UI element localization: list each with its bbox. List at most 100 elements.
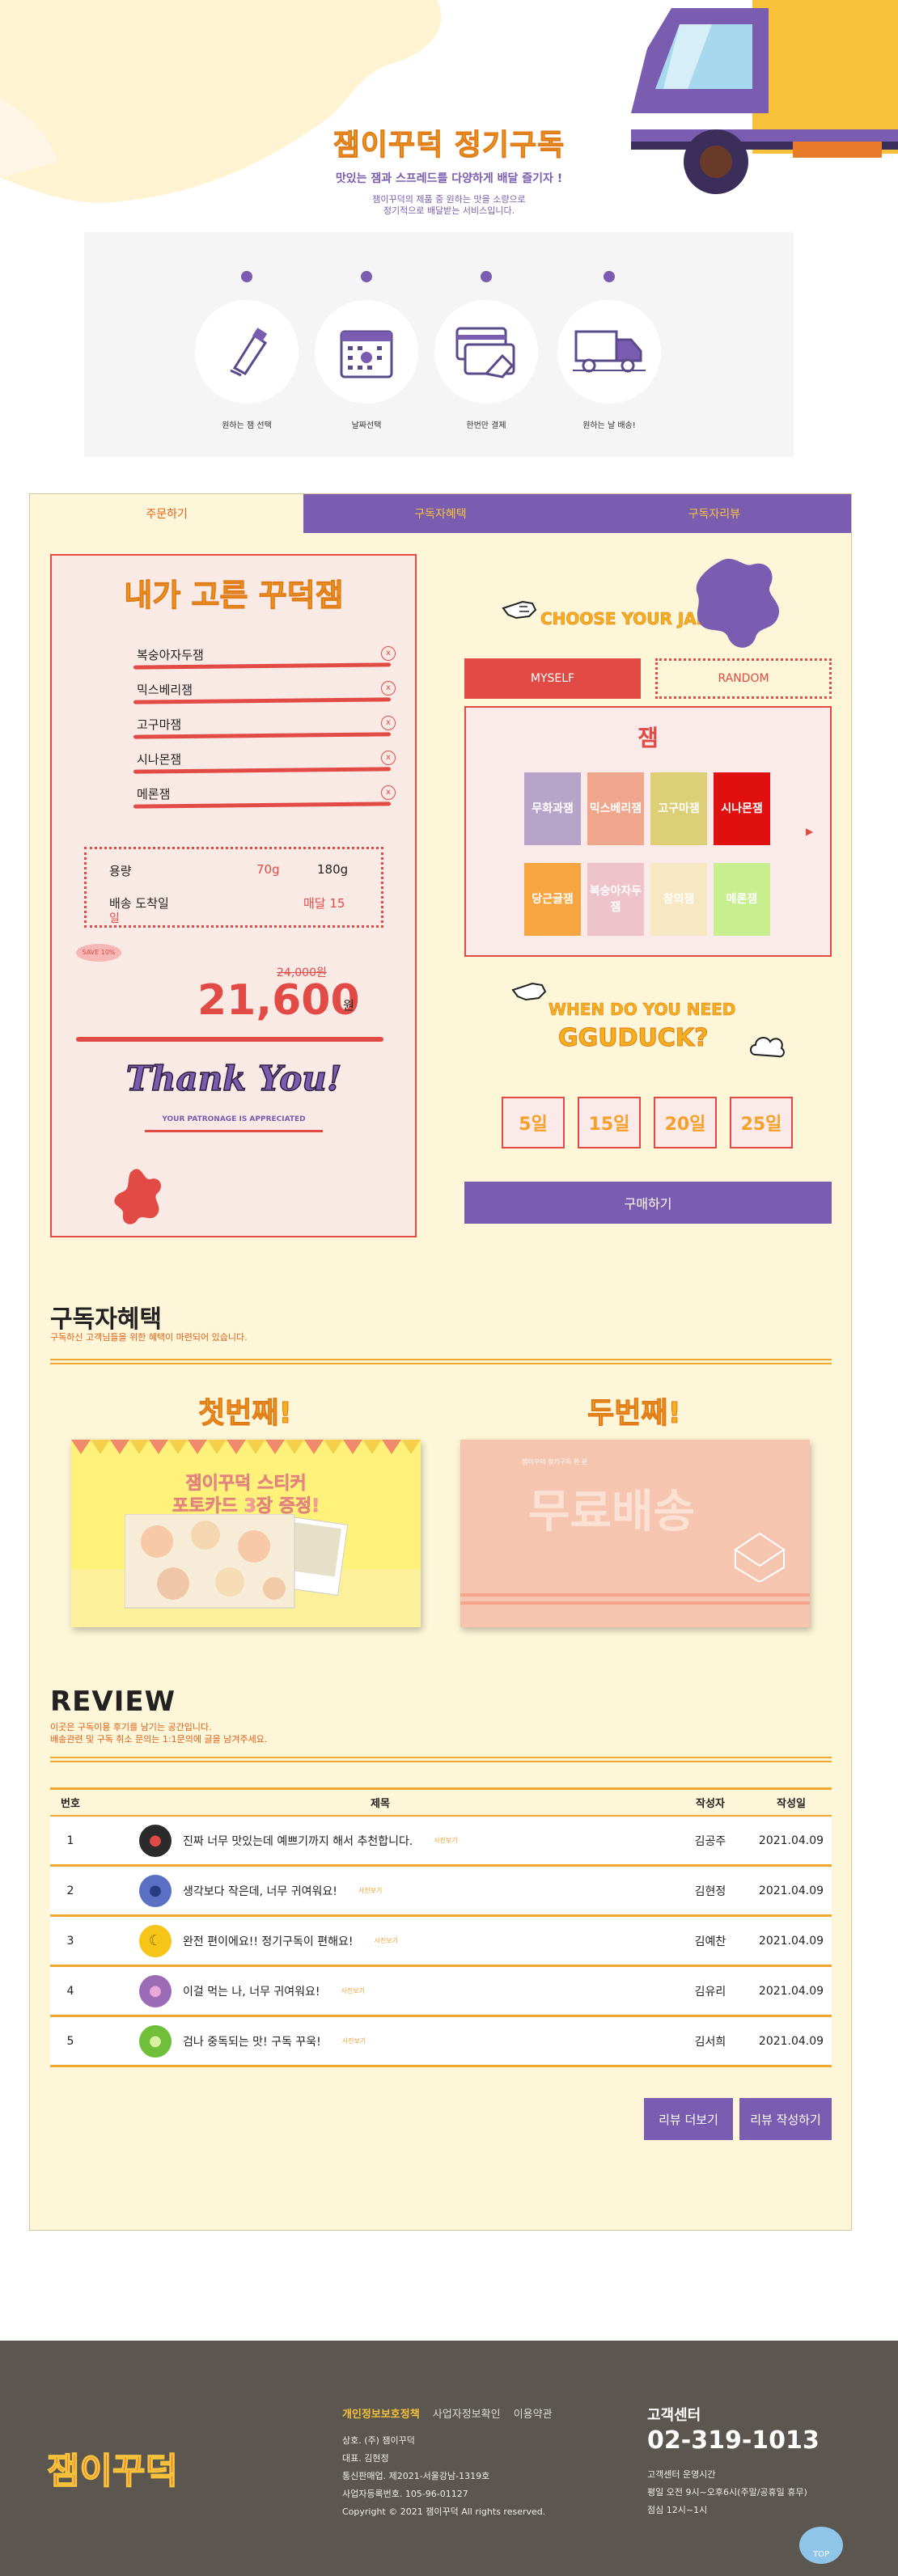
hours-title: 고객센터 운영시간 [647,2469,716,2480]
jam-splash-decoration [114,1169,162,1225]
more-reviews-button[interactable]: 리뷰 더보기 [644,2098,733,2140]
tab-benefits[interactable]: 구독자혜택 [303,494,578,533]
step-dot [361,271,372,282]
jam-tile[interactable]: 당근글잼 [524,863,581,936]
business-info-link[interactable]: 사업자정보확인 [433,2409,501,2421]
jam-tile[interactable]: 시나몬잼 [714,772,770,845]
myself-button[interactable]: MYSELF [464,658,641,699]
underline [133,802,392,809]
capacity-option-70g[interactable]: 70g [256,862,280,877]
view-photo-link[interactable]: 사진보기 [341,1986,365,1995]
selected-jam-item: 고구마잼 x [133,711,396,740]
jam-tile[interactable]: 복숭아자두잼 [587,863,644,936]
selected-jam-card: 내가 고른 꾸덕잼 복숭아자두잼 x 믹스베리잼 x 고구마잼 x 시나몬잼 x… [50,554,417,1237]
card-title: 내가 고른 꾸덕잼 [124,577,344,614]
row-title[interactable]: 생각보다 작은데, 너무 귀여워요! [183,1883,337,1899]
thank-you-subtext: YOUR PATRONAGE IS APPRECIATED [162,1115,306,1123]
row-title[interactable]: 이걸 먹는 나, 너무 귀여워요! [183,1983,320,1999]
remove-jam-button[interactable]: x [381,751,396,765]
day-option-15[interactable]: 15일 [578,1097,641,1148]
remove-jam-button[interactable]: x [381,646,396,661]
view-photo-link[interactable]: 사진보기 [434,1836,457,1845]
step-circle [557,300,661,404]
strawberry-icon: ● [139,1824,172,1857]
table-row[interactable]: 4 ● 이걸 먹는 나, 너무 귀여워요! 사진보기 김유리 2021.04.0… [50,1967,832,2017]
row-title[interactable]: 진짜 너무 맛있는데 예쁘기까지 해서 추천합니다. [183,1833,413,1849]
step-dot [481,271,492,282]
underline [133,767,392,774]
row-date: 2021.04.09 [758,1934,824,1948]
remove-jam-button[interactable]: x [381,716,396,730]
jam-tile[interactable]: 무화과잼 [524,772,581,845]
footer-logo[interactable]: 잼이꾸덕 [46,2442,178,2494]
tab-bar: 주문하기 구독자혜택 구독자리뷰 [30,494,851,533]
review-subtitle-line1: 이곳은 구독이용 후기를 남기는 공간입니다. [50,1722,212,1732]
selected-jam-item: 메론잼 x [133,780,396,810]
blueberry-icon: ● [139,1874,172,1907]
step-label: 날짜선택 [351,421,382,430]
thank-you-text: Thank You! [125,1058,342,1099]
jam-tile[interactable]: 고구마잼 [650,772,707,845]
remove-jam-button[interactable]: x [381,681,396,696]
selected-jam-item: 시나몬잼 x [133,746,396,775]
row-title[interactable]: 검나 중독되는 맛! 구독 꾸욱! [183,2033,321,2049]
write-review-button[interactable]: 리뷰 작성하기 [739,2098,832,2140]
view-photo-link[interactable]: 사진보기 [375,1936,398,1945]
terms-link[interactable]: 이용약관 [514,2409,553,2421]
jam-tile[interactable]: 믹스베리잼 [587,772,644,845]
tab-reviews[interactable]: 구독자리뷰 [577,494,851,533]
underline [133,697,392,704]
table-row[interactable]: 5 ● 검나 중독되는 맛! 구독 꾸욱! 사진보기 김서희 2021.04.0… [50,2017,832,2067]
day-option-5[interactable]: 5일 [502,1097,565,1148]
purchase-button[interactable]: 구매하기 [464,1182,832,1224]
hero-subtitle: 맛있는 잼과 스프레드를 다양하게 배달 즐기자 ! [335,172,563,185]
truck-icon [573,330,646,373]
hours-lunch: 점심 12시~1시 [647,2505,708,2515]
step-select-date: 날짜선택 [314,271,419,430]
delivery-date-value: 매달 15 [303,896,345,911]
day-option-20[interactable]: 20일 [654,1097,717,1148]
row-date: 2021.04.09 [758,1834,824,1847]
stripe [460,1601,810,1605]
table-row[interactable]: 2 ● 생각보다 작은데, 너무 귀여워요! 사진보기 김현정 2021.04.… [50,1867,832,1917]
row-title-cell: ● 이걸 먹는 나, 너무 귀여워요! 사진보기 [91,1974,670,2007]
business-number: 사업자등록번호. 105-96-01127 [342,2489,468,2499]
capacity-option-180g[interactable]: 180g [317,862,348,877]
table-row[interactable]: 3 ☾ 완전 편이에요!! 정기구독이 편해요! 사진보기 김예찬 2021.0… [50,1917,832,1967]
step-payment: 한번만 결제 [434,271,539,430]
scroll-top-button[interactable]: TOP [799,2527,843,2564]
header-title: 제목 [371,1798,390,1810]
cloud-doodle-icon [750,1037,785,1058]
jam-tube-icon [230,328,268,377]
view-photo-link[interactable]: 사진보기 [358,1886,382,1895]
customer-center-phone: 02-319-1013 [647,2426,820,2455]
bunting-decoration [71,1440,421,1454]
day-option-25[interactable]: 25일 [730,1097,793,1148]
divider [50,1359,832,1364]
subscription-steps: 원하는 잼 선택 날짜선택 한번만 결제 원하는 날 배송! [84,232,794,457]
next-arrow-icon[interactable]: ▶ [806,826,813,837]
view-photo-link[interactable]: 사진보기 [342,2037,366,2045]
mail-order-number: 통신판매업. 제2021-서울강남-1319호 [342,2471,490,2481]
row-number: 4 [66,1984,74,1998]
step-circle [195,300,299,404]
tab-order[interactable]: 주문하기 [30,494,304,533]
delivery-date-label: 배송 도착일 [109,896,169,911]
choose-your-jam-title: CHOOSE YOUR JAM [540,609,713,629]
review-table: 번호 제목 작성자 작성일 1 ● 진짜 너무 맛있는데 예쁘기까지 해서 추천… [50,1787,832,2067]
table-row[interactable]: 1 ● 진짜 너무 맛있는데 예쁘기까지 해서 추천합니다. 사진보기 김공주 … [50,1817,832,1867]
hours-weekday: 평일 오전 9시~오후6시(주말/공휴일 휴무) [647,2487,807,2498]
calendar-icon [340,330,393,379]
review-title: REVIEW [50,1686,176,1718]
row-title[interactable]: 완전 편이에요!! 정기구독이 편해요! [183,1933,354,1949]
random-button[interactable]: RANDOM [655,658,832,699]
hero-title: 잼이꾸덕 정기구독 [333,129,565,163]
jam-tile[interactable]: 메론잼 [714,863,770,936]
when-title: WHEN DO YOU NEED [549,1000,736,1020]
jam-tile[interactable]: 참외잼 [650,863,707,936]
remove-jam-button[interactable]: x [381,785,396,800]
purple-splash-decoration [696,558,780,648]
divider [50,1757,832,1762]
privacy-policy-link[interactable]: 개인정보보호정책 [342,2409,420,2421]
divider [76,1037,383,1042]
